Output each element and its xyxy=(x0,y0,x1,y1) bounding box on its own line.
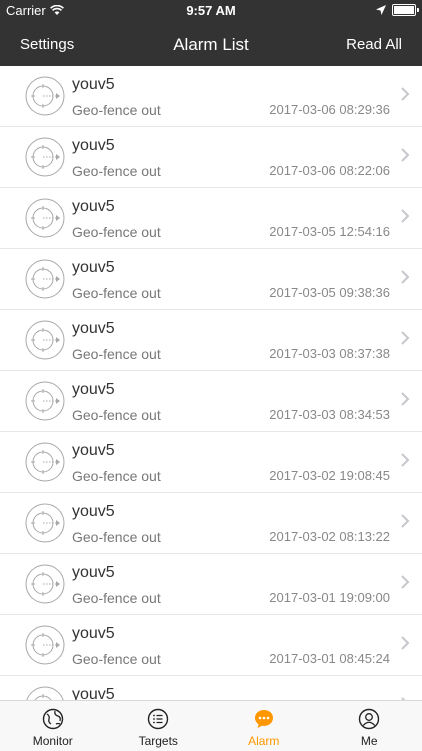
alarm-row[interactable]: youv5 Geo-fence out 2017-03-02 19:08:45 xyxy=(0,432,422,493)
status-bar: Carrier 9:57 AM xyxy=(0,0,422,22)
geofence-icon xyxy=(25,442,65,482)
chevron-right-icon xyxy=(398,635,412,651)
alarm-time: 2017-03-06 08:22:06 xyxy=(269,163,390,178)
geofence-icon xyxy=(25,564,65,604)
alarm-target-name: youv5 xyxy=(72,564,115,582)
geofence-icon xyxy=(25,381,65,421)
person-icon xyxy=(358,708,380,730)
alarm-time: 2017-03-03 08:37:38 xyxy=(269,346,390,361)
alarm-row[interactable]: youv5 Geo-fence out 2017-03-06 08:22:06 xyxy=(0,127,422,188)
alarm-target-name: youv5 xyxy=(72,137,115,155)
alarm-row[interactable]: youv5 xyxy=(0,676,422,700)
alarm-row[interactable]: youv5 Geo-fence out 2017-03-05 12:54:16 xyxy=(0,188,422,249)
alarm-type: Geo-fence out xyxy=(72,529,161,545)
chevron-right-icon xyxy=(398,86,412,102)
chevron-right-icon xyxy=(398,208,412,224)
alarm-row[interactable]: youv5 Geo-fence out 2017-03-02 08:13:22 xyxy=(0,493,422,554)
chevron-right-icon xyxy=(398,391,412,407)
alarm-target-name: youv5 xyxy=(72,381,115,399)
alarm-time: 2017-03-01 19:09:00 xyxy=(269,590,390,605)
geofence-icon xyxy=(25,503,65,543)
alarm-target-name: youv5 xyxy=(72,686,115,700)
geofence-icon xyxy=(25,259,65,299)
tab-monitor[interactable]: Monitor xyxy=(0,701,106,751)
location-arrow-icon xyxy=(376,5,386,15)
alarm-type: Geo-fence out xyxy=(72,468,161,484)
alarm-row[interactable]: youv5 Geo-fence out 2017-03-01 08:45:24 xyxy=(0,615,422,676)
tab-label: Monitor xyxy=(0,734,106,748)
alarm-row[interactable]: youv5 Geo-fence out 2017-03-06 08:29:36 xyxy=(0,66,422,127)
tab-label: Me xyxy=(317,734,422,748)
alarm-row[interactable]: youv5 Geo-fence out 2017-03-03 08:37:38 xyxy=(0,310,422,371)
tab-label: Alarm xyxy=(211,734,317,748)
alarm-target-name: youv5 xyxy=(72,320,115,338)
top-bar: Carrier 9:57 AM Settings Alarm List Read… xyxy=(0,0,422,66)
geofence-icon xyxy=(25,625,65,665)
alarm-type: Geo-fence out xyxy=(72,285,161,301)
chevron-right-icon xyxy=(398,574,412,590)
alarm-target-name: youv5 xyxy=(72,198,115,216)
chevron-right-icon xyxy=(398,513,412,529)
read-all-button[interactable]: Read All xyxy=(346,36,402,53)
chat-bubble-icon xyxy=(253,708,275,730)
tab-targets[interactable]: Targets xyxy=(106,701,212,751)
alarm-row[interactable]: youv5 Geo-fence out 2017-03-01 19:09:00 xyxy=(0,554,422,615)
chevron-right-icon xyxy=(398,147,412,163)
alarm-target-name: youv5 xyxy=(72,259,115,277)
alarm-type: Geo-fence out xyxy=(72,346,161,362)
alarm-target-name: youv5 xyxy=(72,503,115,521)
alarm-target-name: youv5 xyxy=(72,625,115,643)
alarm-time: 2017-03-05 09:38:36 xyxy=(269,285,390,300)
status-time: 9:57 AM xyxy=(0,3,422,18)
alarm-time: 2017-03-05 12:54:16 xyxy=(269,224,390,239)
alarm-time: 2017-03-02 08:13:22 xyxy=(269,529,390,544)
alarm-time: 2017-03-06 08:29:36 xyxy=(269,102,390,117)
geofence-icon xyxy=(25,320,65,360)
settings-button[interactable]: Settings xyxy=(20,36,74,53)
chevron-right-icon xyxy=(398,452,412,468)
geofence-icon xyxy=(25,686,65,700)
alarm-time: 2017-03-02 19:08:45 xyxy=(269,468,390,483)
alarm-type: Geo-fence out xyxy=(72,590,161,606)
geofence-icon xyxy=(25,198,65,238)
globe-icon xyxy=(42,708,64,730)
battery-icon xyxy=(392,4,416,16)
nav-bar: Settings Alarm List Read All xyxy=(0,22,422,66)
alarm-time: 2017-03-03 08:34:53 xyxy=(269,407,390,422)
tab-me[interactable]: Me xyxy=(317,701,422,751)
alarm-type: Geo-fence out xyxy=(72,102,161,118)
geofence-icon xyxy=(25,76,65,116)
alarm-type: Geo-fence out xyxy=(72,224,161,240)
alarm-type: Geo-fence out xyxy=(72,407,161,423)
alarm-row[interactable]: youv5 Geo-fence out 2017-03-05 09:38:36 xyxy=(0,249,422,310)
alarm-type: Geo-fence out xyxy=(72,163,161,179)
chevron-right-icon xyxy=(398,330,412,346)
alarm-list: youv5 Geo-fence out 2017-03-06 08:29:36 … xyxy=(0,66,422,700)
status-right xyxy=(376,4,416,16)
alarm-target-name: youv5 xyxy=(72,76,115,94)
tab-bar: MonitorTargetsAlarmMe xyxy=(0,700,422,751)
alarm-row[interactable]: youv5 Geo-fence out 2017-03-03 08:34:53 xyxy=(0,371,422,432)
chevron-right-icon xyxy=(398,269,412,285)
tab-alarm[interactable]: Alarm xyxy=(211,701,317,751)
alarm-target-name: youv5 xyxy=(72,442,115,460)
list-icon xyxy=(147,708,169,730)
geofence-icon xyxy=(25,137,65,177)
tab-label: Targets xyxy=(106,734,212,748)
alarm-time: 2017-03-01 08:45:24 xyxy=(269,651,390,666)
alarm-type: Geo-fence out xyxy=(72,651,161,667)
